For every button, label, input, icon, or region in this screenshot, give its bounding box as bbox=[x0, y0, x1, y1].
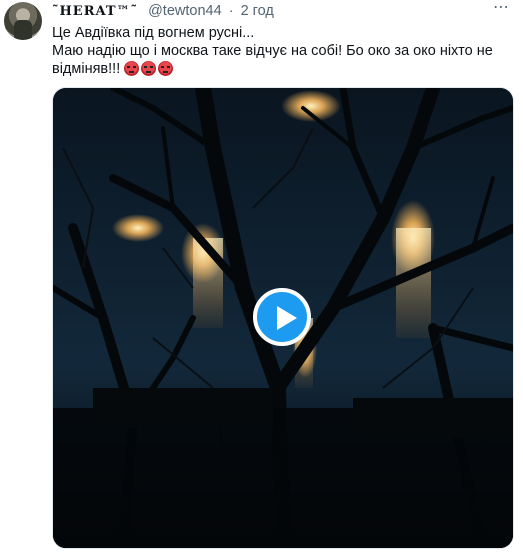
tweet-text-line-1: Це Авдіївка під вогнем русні... bbox=[52, 25, 255, 41]
tweet-text-line-2: Маю надію що і москва таке відчує на соб… bbox=[52, 42, 516, 81]
building-silhouette bbox=[93, 388, 273, 428]
angry-face-icon bbox=[124, 61, 140, 76]
tweet-header: ˜HERAT™˜ @tewton44 · 2 год bbox=[52, 3, 513, 21]
flare bbox=[281, 90, 341, 122]
tweet-text-line-2-text: Маю надію що і москва таке відчує на соб… bbox=[52, 43, 493, 77]
tweet: ˜HERAT™˜ @tewton44 · 2 год ⋯ Це Авдіївка… bbox=[0, 0, 523, 557]
angry-face-icon bbox=[141, 61, 157, 76]
timestamp[interactable]: 2 год bbox=[241, 3, 274, 19]
display-name[interactable]: ˜HERAT™˜ bbox=[52, 4, 138, 19]
avatar[interactable] bbox=[4, 2, 42, 40]
user-handle[interactable]: @tewton44 bbox=[148, 3, 222, 19]
separator-dot: · bbox=[228, 3, 234, 19]
play-button[interactable] bbox=[253, 288, 311, 346]
more-horizontal-icon[interactable]: ⋯ bbox=[491, 0, 511, 17]
video-player[interactable] bbox=[52, 87, 514, 549]
flare bbox=[112, 214, 164, 242]
tweet-text: Це Авдіївка під вогнем русні... Маю наді… bbox=[52, 24, 516, 81]
angry-face-icon bbox=[158, 61, 174, 76]
emoji-row bbox=[124, 61, 175, 81]
building-silhouette bbox=[353, 398, 513, 438]
